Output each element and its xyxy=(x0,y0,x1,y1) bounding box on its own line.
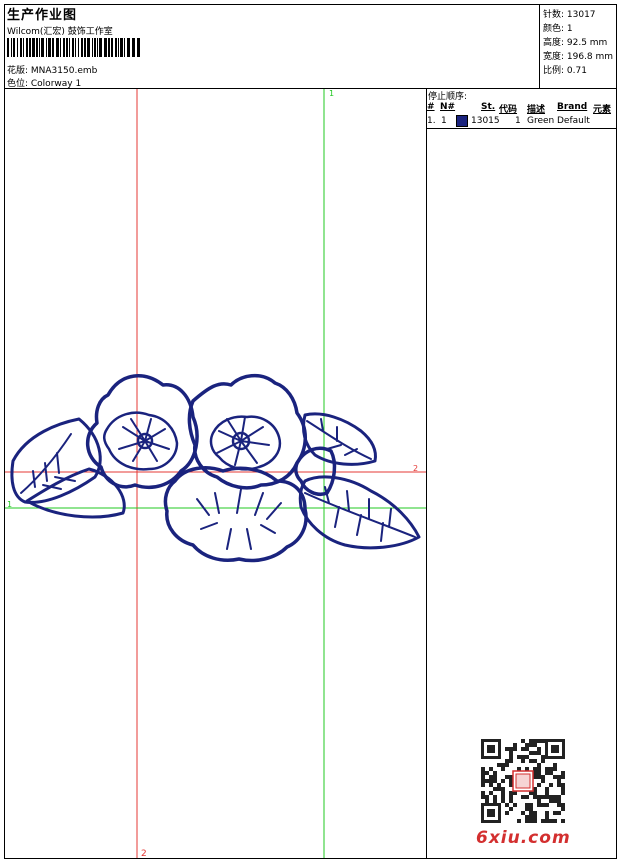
worksheet-title: 生产作业图 xyxy=(7,8,78,23)
col-index: # xyxy=(427,102,435,112)
stop-sequence-header: # N# St. 代码 描述 Brand 元素 xyxy=(427,101,617,115)
barcode xyxy=(7,38,140,57)
table-row: 1. 1 13015 1 Green Default xyxy=(427,114,617,129)
qr-code xyxy=(481,739,565,823)
marker-left-green: 1 xyxy=(7,500,12,509)
row-description: Green xyxy=(527,116,555,126)
leaf-upper-right-vein xyxy=(306,418,372,460)
thread-color-swatch xyxy=(456,115,468,127)
design-file: 花版: MNA3150.emb xyxy=(7,66,98,76)
design-height: 高度: 92.5 mm xyxy=(543,38,608,48)
stitch-count: 针数: 13017 xyxy=(543,10,596,20)
petal-left-back xyxy=(86,374,199,490)
watermark-site: 6xiu.com xyxy=(476,828,571,848)
petal-right-streaks xyxy=(216,416,270,466)
design-canvas: 1 1 2 2 xyxy=(5,89,426,858)
petal-left-inner xyxy=(103,411,179,471)
row-stitches: 13015 xyxy=(471,116,500,126)
row-code: 1 xyxy=(515,116,521,126)
row-needle: 1 xyxy=(441,116,447,126)
petal-left-streaks xyxy=(118,418,170,462)
col-needle: N# xyxy=(440,102,456,112)
row-index: 1. xyxy=(427,116,436,126)
leaf-lower-left xyxy=(25,467,126,519)
marker-bottom-red: 2 xyxy=(141,849,147,858)
petal-front xyxy=(163,466,308,563)
leaf-right xyxy=(298,475,421,550)
marker-right-red: 2 xyxy=(413,464,418,473)
design-width: 宽度: 196.8 mm xyxy=(543,52,614,62)
petal-front-streaks xyxy=(196,488,282,550)
panel-divider xyxy=(426,89,427,858)
stats-panel: 针数: 13017 颜色: 1 高度: 92.5 mm 宽度: 196.8 mm… xyxy=(539,4,618,88)
design-scale: 比例: 0.71 xyxy=(543,66,587,76)
marker-top-green: 1 xyxy=(329,89,334,98)
row-brand: Default xyxy=(557,116,590,126)
col-brand: Brand xyxy=(557,102,588,112)
embroidery-design xyxy=(10,373,421,563)
petal-right-back xyxy=(187,373,307,490)
color-count: 颜色: 1 xyxy=(543,24,573,34)
petal-right-inner xyxy=(209,415,282,471)
studio-name: Wilcom(汇宏) 鼓饰工作室 xyxy=(7,27,113,37)
col-stitches: St. xyxy=(481,102,496,112)
